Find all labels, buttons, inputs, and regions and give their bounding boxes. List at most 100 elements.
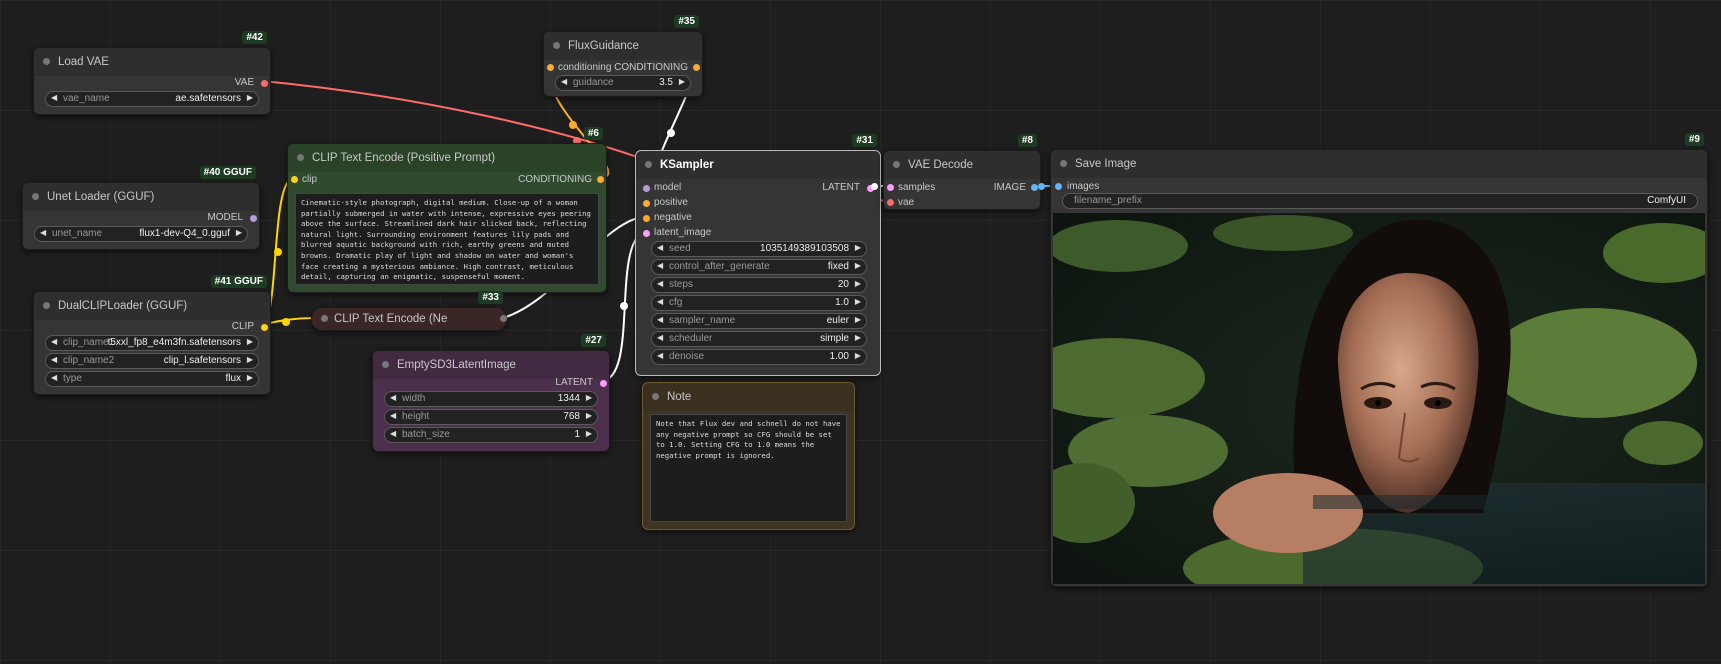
node-title[interactable]: VAE Decode — [884, 151, 1040, 179]
node-title[interactable]: KSampler — [636, 151, 880, 179]
input-slot-latent-image[interactable] — [643, 230, 650, 237]
widget-seed[interactable]: ◀ seed 1035149389103508 ▶ — [651, 241, 867, 257]
collapse-dot-icon[interactable] — [321, 315, 328, 322]
arrow-left-icon[interactable]: ◀ — [51, 373, 57, 382]
widget-height[interactable]: ◀ height 768 ▶ — [384, 409, 598, 425]
input-slot-images[interactable] — [1055, 183, 1062, 190]
arrow-left-icon[interactable]: ◀ — [40, 228, 46, 237]
widget-vae-name[interactable]: ◀ vae_name ae.safetensors ▶ — [45, 91, 259, 107]
node-title[interactable]: EmptySD3LatentImage — [373, 351, 609, 379]
widget-filename-prefix[interactable]: filename_prefix ComfyUI — [1062, 193, 1698, 209]
widget-width[interactable]: ◀ width 1344 ▶ — [384, 391, 598, 407]
widget-cfg[interactable]: ◀ cfg 1.0 ▶ — [651, 295, 867, 311]
widget-guidance[interactable]: ◀ guidance 3.5 ▶ — [555, 75, 691, 91]
arrow-right-icon[interactable]: ▶ — [247, 337, 253, 346]
arrow-right-icon[interactable]: ▶ — [586, 429, 592, 438]
input-slot-positive[interactable] — [643, 200, 650, 207]
arrow-right-icon[interactable]: ▶ — [855, 279, 861, 288]
node-title[interactable]: FluxGuidance — [544, 32, 702, 60]
output-slot-model[interactable] — [250, 215, 257, 222]
node-dual-clip-loader[interactable]: #41 GGUF DualCLIPLoader (GGUF) CLIP ◀ cl… — [33, 275, 271, 395]
node-title[interactable]: Unet Loader (GGUF) — [23, 183, 259, 211]
collapse-dot-icon[interactable] — [645, 161, 652, 168]
input-slot-samples[interactable] — [887, 184, 894, 191]
arrow-left-icon[interactable]: ◀ — [390, 411, 396, 420]
input-slot-conditioning[interactable] — [547, 64, 554, 71]
node-flux-guidance[interactable]: #35 FluxGuidance conditioning CONDITIONI… — [543, 15, 703, 97]
node-title[interactable]: CLIP Text Encode (Ne — [312, 308, 506, 330]
node-load-vae[interactable]: #42 Load VAE VAE ◀ vae_name ae.safetenso… — [33, 31, 271, 115]
arrow-left-icon[interactable]: ◀ — [657, 351, 663, 360]
input-slot-vae[interactable] — [887, 199, 894, 206]
arrow-right-icon[interactable]: ▶ — [855, 333, 861, 342]
collapse-dot-icon[interactable] — [32, 193, 39, 200]
arrow-right-icon[interactable]: ▶ — [855, 351, 861, 360]
node-ksampler[interactable]: #31 KSampler model LATENT positive negat… — [635, 134, 881, 376]
arrow-right-icon[interactable]: ▶ — [247, 93, 253, 102]
input-slot-model[interactable] — [643, 185, 650, 192]
node-graph-canvas[interactable]: #42 Load VAE VAE ◀ vae_name ae.safetenso… — [0, 0, 1721, 664]
arrow-left-icon[interactable]: ◀ — [657, 333, 663, 342]
output-slot-conditioning[interactable] — [693, 64, 700, 71]
reroute-dot[interactable] — [1038, 183, 1045, 190]
node-title[interactable]: Save Image — [1051, 150, 1707, 178]
arrow-right-icon[interactable]: ▶ — [855, 297, 861, 306]
node-title[interactable]: Load VAE — [34, 48, 270, 76]
output-slot-conditioning[interactable] — [500, 315, 507, 322]
prompt-textarea[interactable]: Cinematic-style photograph, digital medi… — [295, 193, 599, 285]
output-slot-latent[interactable] — [600, 380, 607, 387]
output-slot-clip[interactable] — [261, 324, 268, 331]
node-clip-text-encode-negative[interactable]: #33 CLIP Text Encode (Ne — [311, 291, 507, 331]
arrow-right-icon[interactable]: ▶ — [236, 228, 242, 237]
arrow-right-icon[interactable]: ▶ — [855, 261, 861, 270]
widget-steps[interactable]: ◀ steps 20 ▶ — [651, 277, 867, 293]
widget-type[interactable]: ◀ type flux ▶ — [45, 371, 259, 387]
arrow-left-icon[interactable]: ◀ — [657, 261, 663, 270]
arrow-left-icon[interactable]: ◀ — [390, 393, 396, 402]
generated-image-preview[interactable] — [1053, 213, 1705, 584]
arrow-left-icon[interactable]: ◀ — [561, 77, 567, 86]
input-slot-clip[interactable] — [291, 176, 298, 183]
widget-clip-name2[interactable]: ◀ clip_name2 clip_l.safetensors ▶ — [45, 353, 259, 369]
widget-sampler-name[interactable]: ◀ sampler_name euler ▶ — [651, 313, 867, 329]
arrow-left-icon[interactable]: ◀ — [51, 93, 57, 102]
note-textarea[interactable]: Note that Flux dev and schnell do not ha… — [650, 414, 847, 522]
collapse-dot-icon[interactable] — [553, 42, 560, 49]
output-slot-vae[interactable] — [261, 80, 268, 87]
widget-clip-name1[interactable]: ◀ clip_name1 t5xxl_fp8_e4m3fn.safetensor… — [45, 335, 259, 351]
node-empty-latent-image[interactable]: #27 EmptySD3LatentImage LATENT ◀ width 1… — [372, 334, 610, 452]
arrow-right-icon[interactable]: ▶ — [586, 393, 592, 402]
output-slot-conditioning[interactable] — [597, 176, 604, 183]
collapse-dot-icon[interactable] — [43, 58, 50, 65]
node-unet-loader[interactable]: #40 GGUF Unet Loader (GGUF) MODEL ◀ unet… — [22, 166, 260, 250]
widget-denoise[interactable]: ◀ denoise 1.00 ▶ — [651, 349, 867, 365]
arrow-left-icon[interactable]: ◀ — [51, 355, 57, 364]
arrow-right-icon[interactable]: ▶ — [855, 243, 861, 252]
arrow-left-icon[interactable]: ◀ — [390, 429, 396, 438]
node-title[interactable]: DualCLIPLoader (GGUF) — [34, 292, 270, 320]
arrow-left-icon[interactable]: ◀ — [51, 337, 57, 346]
input-slot-negative[interactable] — [643, 215, 650, 222]
collapse-dot-icon[interactable] — [43, 302, 50, 309]
widget-control-after-generate[interactable]: ◀ control_after_generate fixed ▶ — [651, 259, 867, 275]
arrow-right-icon[interactable]: ▶ — [247, 373, 253, 382]
widget-scheduler[interactable]: ◀ scheduler simple ▶ — [651, 331, 867, 347]
arrow-right-icon[interactable]: ▶ — [855, 315, 861, 324]
arrow-right-icon[interactable]: ▶ — [247, 355, 253, 364]
collapse-dot-icon[interactable] — [893, 161, 900, 168]
node-save-image[interactable]: #9 Save Image images filename_prefix Com… — [1050, 133, 1708, 587]
arrow-right-icon[interactable]: ▶ — [679, 77, 685, 86]
collapse-dot-icon[interactable] — [382, 361, 389, 368]
collapse-dot-icon[interactable] — [1060, 160, 1067, 167]
widget-batch-size[interactable]: ◀ batch_size 1 ▶ — [384, 427, 598, 443]
arrow-left-icon[interactable]: ◀ — [657, 279, 663, 288]
node-clip-text-encode-positive[interactable]: #6 CLIP Text Encode (Positive Prompt) cl… — [287, 127, 607, 293]
collapse-dot-icon[interactable] — [297, 154, 304, 161]
arrow-left-icon[interactable]: ◀ — [657, 315, 663, 324]
arrow-left-icon[interactable]: ◀ — [657, 297, 663, 306]
output-slot-image[interactable] — [1031, 184, 1038, 191]
node-title[interactable]: Note — [643, 383, 854, 411]
node-note[interactable]: Note Note that Flux dev and schnell do n… — [642, 382, 855, 530]
arrow-right-icon[interactable]: ▶ — [586, 411, 592, 420]
widget-unet-name[interactable]: ◀ unet_name flux1-dev-Q4_0.gguf ▶ — [34, 226, 248, 242]
